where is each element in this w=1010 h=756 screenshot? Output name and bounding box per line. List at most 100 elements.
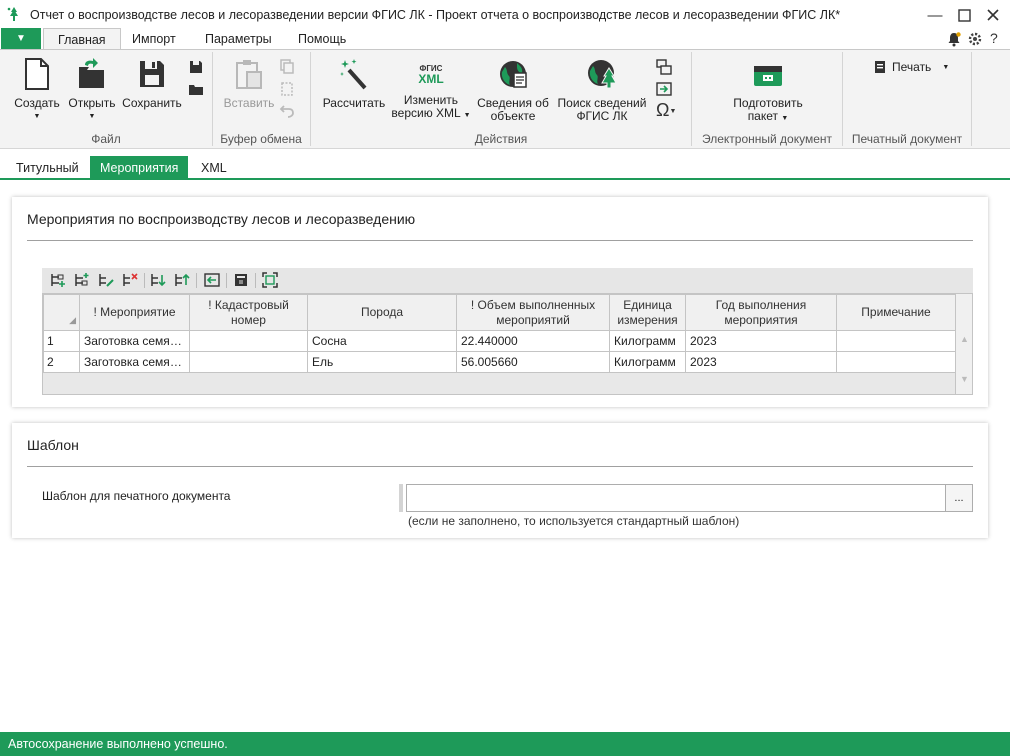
clipboard-group-label: Буфер обмена bbox=[220, 132, 302, 146]
open-button[interactable]: Открыть ▼ bbox=[66, 58, 118, 123]
toolbar-separator bbox=[226, 273, 227, 288]
minimize-button[interactable]: — bbox=[922, 4, 948, 26]
prepare-package-button[interactable]: Подготовить пакет ▼ bbox=[725, 58, 811, 125]
app-icon bbox=[7, 7, 18, 21]
row-selector-header[interactable]: ◢ bbox=[43, 294, 80, 331]
paste-button[interactable]: Вставить bbox=[222, 58, 276, 110]
column-header[interactable]: Год выполнения мероприятия bbox=[685, 294, 837, 331]
magic-wand-icon bbox=[340, 59, 367, 90]
template-hint: (если не заполнено, то используется стан… bbox=[408, 514, 740, 528]
divider bbox=[27, 240, 973, 241]
row-number[interactable]: 2 bbox=[43, 351, 80, 373]
field-marker bbox=[399, 484, 403, 512]
insert-row-icon[interactable] bbox=[74, 272, 90, 288]
move-down-icon[interactable] bbox=[150, 272, 166, 288]
add-row-icon[interactable] bbox=[50, 272, 66, 288]
print-document-icon bbox=[875, 61, 885, 73]
scroll-down-icon[interactable]: ▼ bbox=[960, 374, 969, 384]
vertical-scrollbar[interactable]: ▲ ▼ bbox=[955, 294, 972, 394]
delete-row-icon[interactable] bbox=[122, 272, 138, 288]
cell-note[interactable] bbox=[836, 330, 956, 352]
column-header[interactable]: Примечание bbox=[836, 294, 956, 331]
cell-note[interactable] bbox=[836, 351, 956, 373]
cut-icon[interactable] bbox=[279, 81, 295, 97]
fullscreen-icon[interactable] bbox=[262, 272, 278, 288]
column-header[interactable]: Порода bbox=[307, 294, 457, 331]
create-label: Создать bbox=[14, 96, 60, 110]
column-header[interactable]: Единица измерения bbox=[609, 294, 686, 331]
undo-icon[interactable] bbox=[279, 103, 295, 119]
edit-row-icon[interactable] bbox=[98, 272, 114, 288]
cell-year[interactable]: 2023 bbox=[685, 330, 837, 352]
import-table-icon[interactable] bbox=[204, 272, 220, 288]
file-menu-button[interactable]: ▼ bbox=[1, 28, 41, 49]
column-header[interactable]: ! Мероприятие bbox=[79, 294, 190, 331]
cell-year[interactable]: 2023 bbox=[685, 351, 837, 373]
measures-panel: Мероприятия по воспроизводству лесов и л… bbox=[12, 197, 988, 407]
toolbar-separator bbox=[255, 273, 256, 288]
tab-measures[interactable]: Мероприятия bbox=[90, 156, 189, 180]
fill-down-icon[interactable] bbox=[233, 272, 249, 288]
calculate-label: Рассчитать bbox=[322, 96, 386, 110]
bell-icon[interactable] bbox=[946, 31, 962, 47]
cell-measure[interactable]: Заготовка семян лесных растений bbox=[79, 330, 190, 352]
cell-unit[interactable]: Килограмм bbox=[609, 351, 686, 373]
template-panel: Шаблон Шаблон для печатного документа ..… bbox=[12, 423, 988, 538]
tab-help[interactable]: Помощь bbox=[284, 28, 360, 50]
export-icon[interactable] bbox=[656, 81, 672, 97]
cell-measure[interactable]: Заготовка семян лесных растений bbox=[79, 351, 190, 373]
tab-xml[interactable]: XML bbox=[191, 156, 237, 180]
move-up-icon[interactable] bbox=[174, 272, 190, 288]
cell-volume[interactable]: 22.440000 bbox=[456, 330, 610, 352]
tab-home[interactable]: Главная bbox=[43, 28, 121, 50]
search-fgis-label-2: ФГИС ЛК bbox=[576, 109, 628, 123]
copy-icon[interactable] bbox=[279, 58, 295, 74]
package-usb-icon bbox=[754, 66, 782, 86]
tab-parameters[interactable]: Параметры bbox=[191, 28, 286, 50]
new-document-icon bbox=[25, 58, 49, 90]
cell-species[interactable]: Сосна bbox=[307, 330, 457, 352]
save-as-icon[interactable] bbox=[188, 59, 204, 75]
cell-species[interactable]: Ель bbox=[307, 351, 457, 373]
close-button[interactable] bbox=[980, 4, 1006, 26]
window-list-icon[interactable] bbox=[656, 59, 672, 75]
maximize-button[interactable] bbox=[951, 4, 977, 26]
change-xml-label-2: версию XML ▼ bbox=[391, 106, 471, 120]
save-button[interactable]: Сохранить bbox=[122, 58, 182, 110]
paste-label: Вставить bbox=[223, 96, 275, 110]
create-button[interactable]: Создать ▼ bbox=[12, 58, 62, 123]
template-path-input[interactable] bbox=[406, 484, 946, 512]
grid-toolbar bbox=[42, 268, 973, 293]
browse-button[interactable]: ... bbox=[945, 484, 973, 512]
print-button[interactable]: Печать ▼ bbox=[873, 60, 949, 74]
row-number[interactable]: 1 bbox=[43, 330, 80, 352]
search-fgis-button[interactable]: Поиск сведений ФГИС ЛК bbox=[555, 58, 649, 123]
cell-cadastral[interactable] bbox=[189, 330, 308, 352]
folder-icon[interactable] bbox=[188, 81, 204, 97]
object-info-button[interactable]: Сведения об объекте bbox=[475, 58, 551, 123]
chevron-down-icon: ▼ bbox=[942, 63, 950, 71]
window-title: Отчет о воспроизводстве лесов и лесоразв… bbox=[30, 8, 841, 22]
gear-icon[interactable] bbox=[967, 31, 983, 47]
toolbar-separator bbox=[196, 273, 197, 288]
cell-cadastral[interactable] bbox=[189, 351, 308, 373]
change-xml-version-button[interactable]: ФГИС XML Изменить версию XML ▼ bbox=[390, 58, 472, 122]
title-bar: Отчет о воспроизводстве лесов и лесоразв… bbox=[0, 0, 1010, 30]
table-row[interactable]: 2 Заготовка семян лесных растений Ель 56… bbox=[43, 351, 956, 373]
measures-table: ◢ ! Мероприятие ! Кадастровый номер Поро… bbox=[43, 294, 956, 373]
cell-unit[interactable]: Килограмм bbox=[609, 330, 686, 352]
calculate-button[interactable]: Рассчитать bbox=[320, 58, 388, 110]
tab-title-page[interactable]: Титульный bbox=[6, 156, 89, 180]
print-group-label: Печатный документ bbox=[851, 132, 963, 146]
table-row[interactable]: 1 Заготовка семян лесных растений Сосна … bbox=[43, 330, 956, 352]
cell-volume[interactable]: 56.005660 bbox=[456, 351, 610, 373]
tab-import[interactable]: Импорт bbox=[118, 28, 190, 50]
column-header[interactable]: ! Объем выполненных мероприятий bbox=[456, 294, 610, 331]
column-header[interactable]: ! Кадастровый номер bbox=[189, 294, 308, 331]
help-icon[interactable]: ? bbox=[990, 30, 998, 46]
divider bbox=[27, 466, 973, 467]
omega-symbol-icon[interactable]: Ω▼ bbox=[656, 100, 676, 121]
measures-grid: ◢ ! Мероприятие ! Кадастровый номер Поро… bbox=[42, 293, 973, 395]
actions-group-label: Действия bbox=[474, 132, 528, 146]
scroll-up-icon[interactable]: ▲ bbox=[960, 334, 969, 344]
